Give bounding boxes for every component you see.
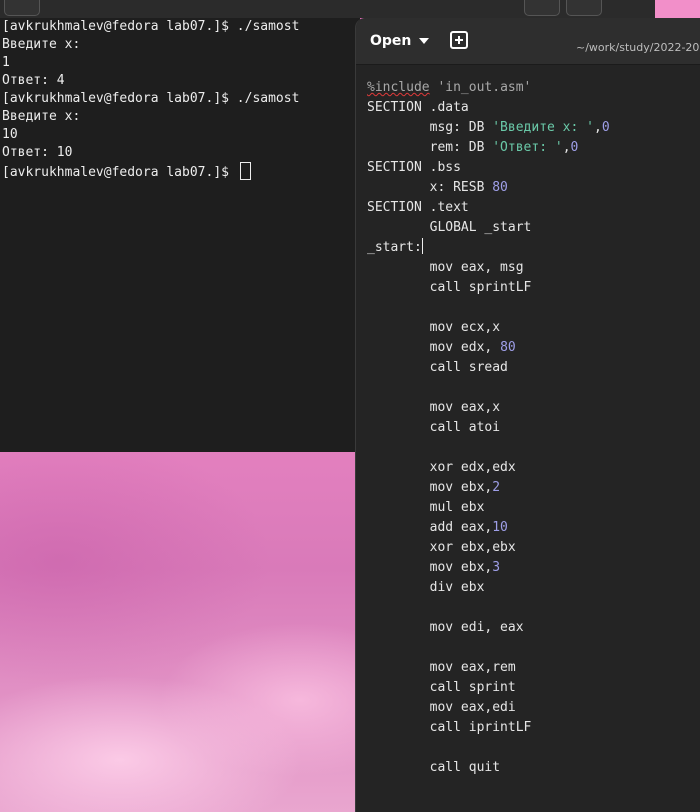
code-line: mov eax,edi xyxy=(367,700,516,715)
code-string: 'Введите x: ' xyxy=(492,120,594,135)
code-line: mov ebx,3 xyxy=(367,558,697,578)
code-token: msg: DB xyxy=(367,120,493,135)
code-line: msg: DB 'Введите x: ',0 xyxy=(367,118,697,138)
terminal-line: 10 xyxy=(2,127,18,142)
chevron-down-icon xyxy=(419,38,430,44)
code-line: call sread xyxy=(367,360,508,375)
code-line: rem: DB 'Ответ: ',0 xyxy=(367,138,697,158)
code-line: SECTION .text xyxy=(367,200,469,215)
code-token: add eax, xyxy=(367,520,493,535)
terminal-cursor xyxy=(239,162,251,180)
code-line: GLOBAL _start xyxy=(367,220,532,235)
code-line: add eax,10 xyxy=(367,518,697,538)
code-editor-area[interactable]: %include 'in_out.asm' SECTION .data msg:… xyxy=(367,78,697,778)
terminal-line: Введите x: xyxy=(2,37,81,52)
code-token: mov edx, xyxy=(367,340,501,355)
code-number: 80 xyxy=(492,180,508,195)
code-line: xor ebx,ebx xyxy=(367,540,516,555)
code-token: %include xyxy=(367,80,430,95)
code-number: 0 xyxy=(570,140,579,155)
code-line: x: RESB 80 xyxy=(367,178,697,198)
editor-headerbar: Open ~/work/study/2022-2023 xyxy=(356,18,700,65)
new-tab-icon[interactable] xyxy=(450,31,468,49)
code-line: div ebx xyxy=(367,580,485,595)
file-path-subtitle: ~/work/study/2022-2023 xyxy=(576,41,700,54)
code-line: _start: xyxy=(367,238,697,258)
open-button[interactable]: Open xyxy=(362,26,437,56)
terminal-line: [avkrukhmalev@fedora lab07.]$ ./samost xyxy=(2,91,300,106)
text-caret xyxy=(421,238,423,254)
code-token: mov ebx, xyxy=(367,480,493,495)
code-token: 'in_out.asm' xyxy=(429,80,532,95)
code-line: SECTION .bss xyxy=(367,160,461,175)
code-line: call sprint xyxy=(367,680,516,695)
code-line: mov eax,rem xyxy=(367,660,516,675)
code-line: call atoi xyxy=(367,420,501,435)
code-line: mov edi, eax xyxy=(367,620,524,635)
code-line: mov eax,x xyxy=(367,400,501,415)
code-line: %include 'in_out.asm' xyxy=(367,78,697,98)
code-line: call sprintLF xyxy=(367,280,532,295)
code-line: mov ebx,2 xyxy=(367,478,697,498)
terminal-line: [avkrukhmalev@fedora lab07.]$ ./samost xyxy=(2,19,300,34)
wallpaper-corner xyxy=(655,0,700,18)
code-line: xor edx,edx xyxy=(367,460,516,475)
top-window-strip xyxy=(0,0,700,18)
code-token: _start: xyxy=(367,240,422,255)
code-number: 0 xyxy=(601,120,610,135)
code-line: mul ebx xyxy=(367,500,485,515)
open-label: Open xyxy=(370,33,412,49)
terminal-line: Введите x: xyxy=(2,109,81,124)
code-line: call iprintLF xyxy=(367,720,532,735)
code-line: mov eax, msg xyxy=(367,260,524,275)
code-line: call quit xyxy=(367,760,501,775)
terminal-line: Ответ: 4 xyxy=(2,73,65,88)
window-control-button[interactable] xyxy=(524,0,560,16)
code-token: rem: DB xyxy=(367,140,493,155)
code-token: , xyxy=(562,140,571,155)
terminal-prompt-line[interactable]: [avkrukhmalev@fedora lab07.]$ xyxy=(0,162,360,180)
terminal-prompt: [avkrukhmalev@fedora lab07.]$ xyxy=(2,165,237,180)
code-line: SECTION .data xyxy=(367,100,469,115)
code-token: x: RESB xyxy=(367,180,493,195)
code-number: 2 xyxy=(492,480,501,495)
terminal-window[interactable]: [avkrukhmalev@fedora lab07.]$ ./samost В… xyxy=(0,18,360,452)
code-number: 10 xyxy=(492,520,508,535)
terminal-menu-button[interactable] xyxy=(4,0,40,16)
text-editor-window: Open ~/work/study/2022-2023 %include 'in… xyxy=(355,18,700,812)
code-number: 3 xyxy=(492,560,501,575)
code-line: mov edx, 80 xyxy=(367,338,697,358)
code-token: mov ebx, xyxy=(367,560,493,575)
terminal-line: Ответ: 10 xyxy=(2,145,73,160)
code-token: , xyxy=(593,120,602,135)
terminal-line: 1 xyxy=(2,55,10,70)
code-line: mov ecx,x xyxy=(367,320,501,335)
window-control-button[interactable] xyxy=(566,0,602,16)
code-string: 'Ответ: ' xyxy=(492,140,563,155)
code-number: 80 xyxy=(500,340,516,355)
